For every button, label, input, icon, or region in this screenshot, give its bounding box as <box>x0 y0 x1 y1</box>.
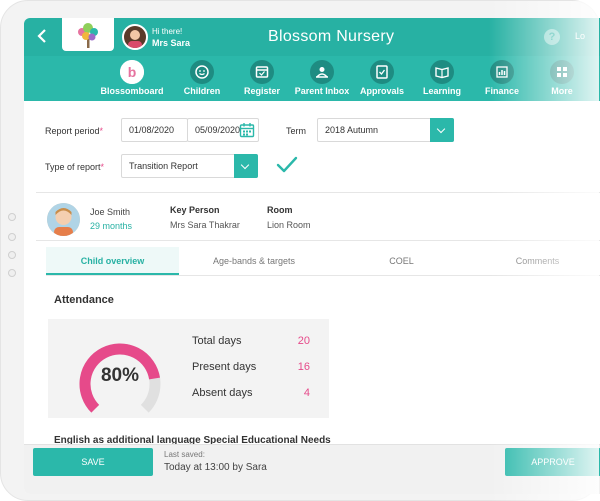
main-nav: b Blossomboard Children Register Parent … <box>24 56 600 101</box>
blossom-logo-icon: b <box>120 60 144 84</box>
confirm-check-icon[interactable] <box>276 156 298 174</box>
attendance-percent: 80% <box>100 365 140 386</box>
child-name[interactable]: Joe Smith <box>90 207 130 217</box>
tab-coel[interactable]: COEL <box>329 247 474 275</box>
greeting-text: Hi there! <box>152 27 183 36</box>
divider <box>46 275 600 276</box>
present-days-label: Present days <box>192 361 257 373</box>
last-saved-label: Last saved: <box>164 450 205 459</box>
nav-label: More <box>551 86 573 96</box>
save-button[interactable]: SAVE <box>33 448 153 476</box>
tablet-button-dot <box>8 251 16 259</box>
tablet-button-dot <box>8 233 16 241</box>
chevron-down-icon[interactable] <box>430 118 454 142</box>
term-label: Term <box>286 126 306 136</box>
room-value: Lion Room <box>267 220 311 230</box>
child-age: 29 months <box>90 221 133 231</box>
divider <box>36 192 600 193</box>
divider <box>36 240 600 241</box>
approve-button[interactable]: APPROVE <box>505 448 600 476</box>
parent-inbox-icon <box>310 60 334 84</box>
total-days-value: 20 <box>297 335 310 347</box>
last-saved-value: Today at 13:00 by Sara <box>164 462 267 473</box>
chevron-down-icon[interactable] <box>234 154 258 178</box>
tablet-button-dot <box>8 213 16 221</box>
absent-days-label: Absent days <box>192 387 253 399</box>
grid-icon <box>550 60 574 84</box>
report-type-label: Type of report* <box>45 162 105 172</box>
smiley-icon <box>190 60 214 84</box>
term-value: 2018 Autumn <box>325 125 379 135</box>
approvals-icon <box>370 60 394 84</box>
avatar[interactable] <box>122 24 148 50</box>
date-from-input[interactable]: 01/08/2020 <box>121 118 188 142</box>
present-days-value: 16 <box>297 361 310 373</box>
user-name: Mrs Sara <box>152 38 191 48</box>
report-type-value: Transition Report <box>129 161 198 171</box>
nursery-logo <box>62 18 114 51</box>
nav-item-more[interactable]: More <box>527 56 597 101</box>
finance-chart-icon <box>490 60 514 84</box>
register-icon <box>250 60 274 84</box>
back-icon[interactable] <box>36 27 52 47</box>
top-bar: Hi there! Mrs Sara Blossom Nursery ? Lo <box>24 18 600 56</box>
attendance-heading: Attendance <box>54 294 114 306</box>
key-person-heading: Key Person <box>170 205 220 215</box>
tab-comments[interactable]: Comments <box>474 247 600 275</box>
help-icon[interactable]: ? <box>544 29 560 45</box>
child-avatar <box>47 203 80 236</box>
tablet-button-dot <box>8 269 16 277</box>
report-period-label: Report period* <box>45 126 104 136</box>
nav-item-blossomboard[interactable]: b Blossomboard <box>97 56 167 101</box>
tab-child-overview[interactable]: Child overview <box>46 247 179 275</box>
tablet-frame: Hi there! Mrs Sara Blossom Nursery ? Lo … <box>0 0 600 501</box>
key-person-value: Mrs Sara Thakrar <box>170 220 240 230</box>
tab-age-bands-targets[interactable]: Age-bands & targets <box>179 247 329 275</box>
total-days-label: Total days <box>192 335 242 347</box>
app-screen: Hi there! Mrs Sara Blossom Nursery ? Lo … <box>24 18 600 494</box>
book-icon <box>430 60 454 84</box>
absent-days-value: 4 <box>303 387 310 399</box>
term-select[interactable]: 2018 Autumn <box>317 118 454 142</box>
nav-label: Blossomboard <box>100 86 164 96</box>
calendar-icon[interactable] <box>239 122 255 138</box>
svg-text:b: b <box>128 64 137 80</box>
logout-link[interactable]: Lo <box>575 31 585 41</box>
room-heading: Room <box>267 205 293 215</box>
page-title: Blossom Nursery <box>268 28 395 45</box>
report-type-select[interactable]: Transition Report <box>121 154 258 178</box>
